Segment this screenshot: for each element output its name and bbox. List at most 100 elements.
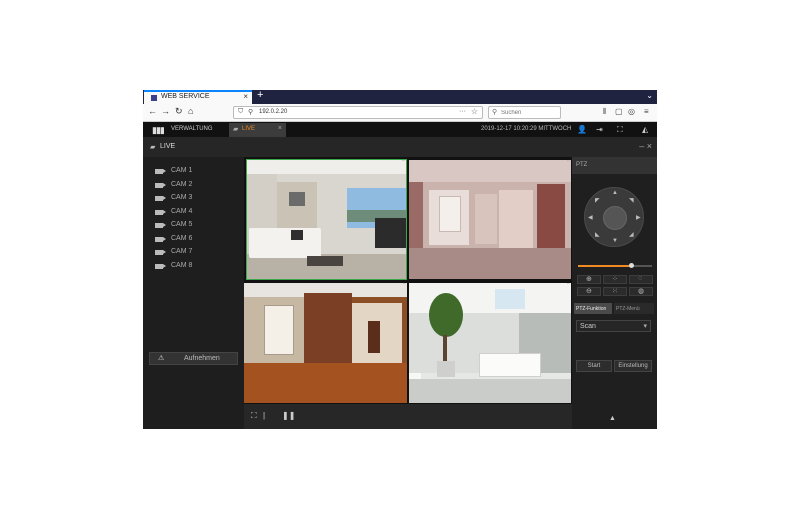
- browser-tab[interactable]: WEB SERVICE ×: [144, 90, 252, 104]
- url-text[interactable]: 192.0.2.20: [259, 109, 287, 115]
- window-menu-chevron-icon[interactable]: ⌄: [646, 91, 653, 100]
- close-feed-icon[interactable]: ×: [402, 283, 406, 287]
- camera-list-item[interactable]: CAM 3: [155, 194, 235, 204]
- ptz-title: PTZ: [576, 162, 588, 168]
- close-feed-icon[interactable]: ×: [566, 283, 570, 287]
- camera-label: CAM 4: [171, 208, 193, 215]
- pause-icon[interactable]: ❚❚: [282, 411, 295, 420]
- ptz-left-icon[interactable]: ◀: [588, 214, 593, 221]
- camera-list-item[interactable]: CAM 6: [155, 235, 235, 245]
- page-actions-icon[interactable]: ···: [459, 108, 466, 115]
- video-camera-icon: [155, 237, 166, 242]
- cushion: [291, 230, 303, 240]
- new-tab-icon[interactable]: +: [257, 90, 263, 101]
- camera-label: CAM 8: [171, 262, 193, 269]
- camera-list-panel: CAM 1 CAM 2 CAM 3 CAM 4 CAM 5 CAM 6 CAM …: [143, 157, 244, 429]
- close-feed-icon[interactable]: ×: [401, 160, 405, 164]
- bookmark-star-icon[interactable]: ☆: [471, 107, 478, 116]
- library-icon[interactable]: ⫴: [603, 107, 606, 117]
- slider-knob[interactable]: [629, 263, 635, 268]
- page-info-icon[interactable]: ⚲: [248, 108, 253, 116]
- ptz-right-icon[interactable]: ▶: [636, 214, 641, 221]
- close-feed-icon[interactable]: ×: [566, 160, 570, 164]
- account-icon[interactable]: ◎: [628, 107, 635, 116]
- iris-open-button[interactable]: ◌: [629, 275, 653, 284]
- camera-label: CAM 2: [171, 181, 193, 188]
- floor: [409, 248, 571, 279]
- camera-list-item[interactable]: CAM 7: [155, 248, 235, 258]
- search-icon: ⚲: [492, 109, 498, 116]
- tab-live[interactable]: ▰ LIVE ×: [229, 123, 286, 137]
- ptz-speed-slider[interactable]: [578, 263, 652, 269]
- datetime-display: 2019-12-17 10:20:29 MITTWOCH: [481, 126, 572, 132]
- iris-close-button[interactable]: ◍: [629, 287, 653, 296]
- ptz-up-right-icon[interactable]: ◥: [629, 197, 634, 204]
- fullscreen-icon[interactable]: ⛶: [617, 125, 623, 135]
- camera-list-item[interactable]: CAM 8: [155, 262, 235, 272]
- logout-icon[interactable]: ⇥: [596, 125, 603, 134]
- collapse-up-icon[interactable]: ▲: [609, 415, 616, 422]
- ptz-tabs: PTZ-Funktion PTZ-Menü: [574, 303, 655, 314]
- camera-label: CAM 6: [171, 235, 193, 242]
- video-feed-4[interactable]: ×: [409, 283, 571, 403]
- browser-tab-strip: WEB SERVICE × + ⌄: [143, 90, 657, 104]
- tab-ptz-menu[interactable]: PTZ-Menü: [614, 303, 654, 314]
- ptz-header: PTZ: [572, 157, 657, 174]
- start-button[interactable]: Start: [576, 360, 612, 372]
- zoom-out-button[interactable]: ⊖: [577, 287, 601, 296]
- video-feed-2[interactable]: ×: [409, 160, 571, 279]
- camera-list-item[interactable]: CAM 2: [155, 181, 235, 191]
- ptz-down-icon[interactable]: ▼: [612, 238, 618, 244]
- ptz-down-left-icon[interactable]: ◣: [595, 231, 600, 238]
- camera-list-item[interactable]: CAM 1: [155, 167, 235, 177]
- search-input[interactable]: [501, 108, 559, 118]
- reload-icon[interactable]: ↻: [175, 106, 183, 117]
- minimize-close-icons[interactable]: – ×: [639, 141, 652, 151]
- video-camera-icon: [155, 183, 166, 188]
- user-icon[interactable]: 👤: [577, 125, 587, 134]
- record-button[interactable]: ⚠ Aufnehmen: [149, 352, 238, 365]
- iris-icon: ◌: [638, 275, 643, 282]
- hamburger-menu-icon[interactable]: ≡: [644, 107, 649, 116]
- focus-far-button[interactable]: ⁙: [603, 287, 627, 296]
- video-feed-3[interactable]: ×: [244, 283, 407, 403]
- ptz-direction-pad[interactable]: ▲ ▼ ◀ ▶ ◤ ◥ ◣ ◢: [584, 187, 644, 247]
- record-button-label: Aufnehmen: [184, 355, 220, 362]
- ptz-function-select[interactable]: Scan ▾: [576, 320, 651, 332]
- ceiling: [409, 160, 571, 182]
- alarm-icon[interactable]: ◭: [642, 125, 648, 134]
- search-bar[interactable]: ⚲: [488, 106, 561, 119]
- url-bar[interactable]: ⛉ ⚲ 192.0.2.20 ··· ☆: [233, 106, 483, 119]
- focus-near-button[interactable]: ⁘: [603, 275, 627, 284]
- page-title: LIVE: [160, 143, 176, 150]
- favicon-icon: [151, 95, 157, 101]
- ceiling: [247, 160, 406, 174]
- back-icon[interactable]: ←: [148, 106, 157, 116]
- app-menu-icon[interactable]: ▮▮▮: [152, 125, 165, 136]
- camera-label: CAM 7: [171, 248, 193, 255]
- pillar: [475, 194, 497, 244]
- close-tab-icon[interactable]: ×: [243, 92, 248, 101]
- app-header: ▮▮▮ VERWALTUNG ▰ LIVE × 2019-12-17 10:20…: [143, 122, 657, 137]
- ptz-up-icon[interactable]: ▲: [612, 190, 618, 196]
- sidebar-icon[interactable]: ▢: [615, 107, 623, 116]
- split-screen-icon[interactable]: ⛶: [251, 411, 257, 421]
- forward-icon[interactable]: →: [161, 106, 170, 116]
- settings-button[interactable]: Einstellung: [614, 360, 652, 372]
- home-icon[interactable]: ⌂: [188, 106, 193, 116]
- video-camera-icon: [155, 223, 166, 228]
- shield-icon[interactable]: ⛉: [238, 108, 243, 116]
- camera-list-item[interactable]: CAM 4: [155, 208, 235, 218]
- camera-list-item[interactable]: CAM 5: [155, 221, 235, 231]
- close-tab-live-icon[interactable]: ×: [278, 125, 282, 132]
- video-feed-1[interactable]: ×: [246, 159, 407, 280]
- menu-label[interactable]: VERWALTUNG: [171, 126, 213, 132]
- ptz-down-right-icon[interactable]: ◢: [629, 231, 634, 238]
- ptz-up-left-icon[interactable]: ◤: [595, 197, 600, 204]
- skylight: [495, 289, 525, 309]
- zoom-in-button[interactable]: ⊕: [577, 275, 601, 284]
- tab-ptz-function[interactable]: PTZ-Funktion: [574, 303, 612, 314]
- ptz-center-button[interactable]: [603, 206, 627, 230]
- ptz-function-value: Scan: [580, 323, 596, 330]
- browser-toolbar: ← → ↻ ⌂ ⛉ ⚲ 192.0.2.20 ··· ☆ ⚲ ⫴ ▢ ◎ ≡: [143, 104, 657, 122]
